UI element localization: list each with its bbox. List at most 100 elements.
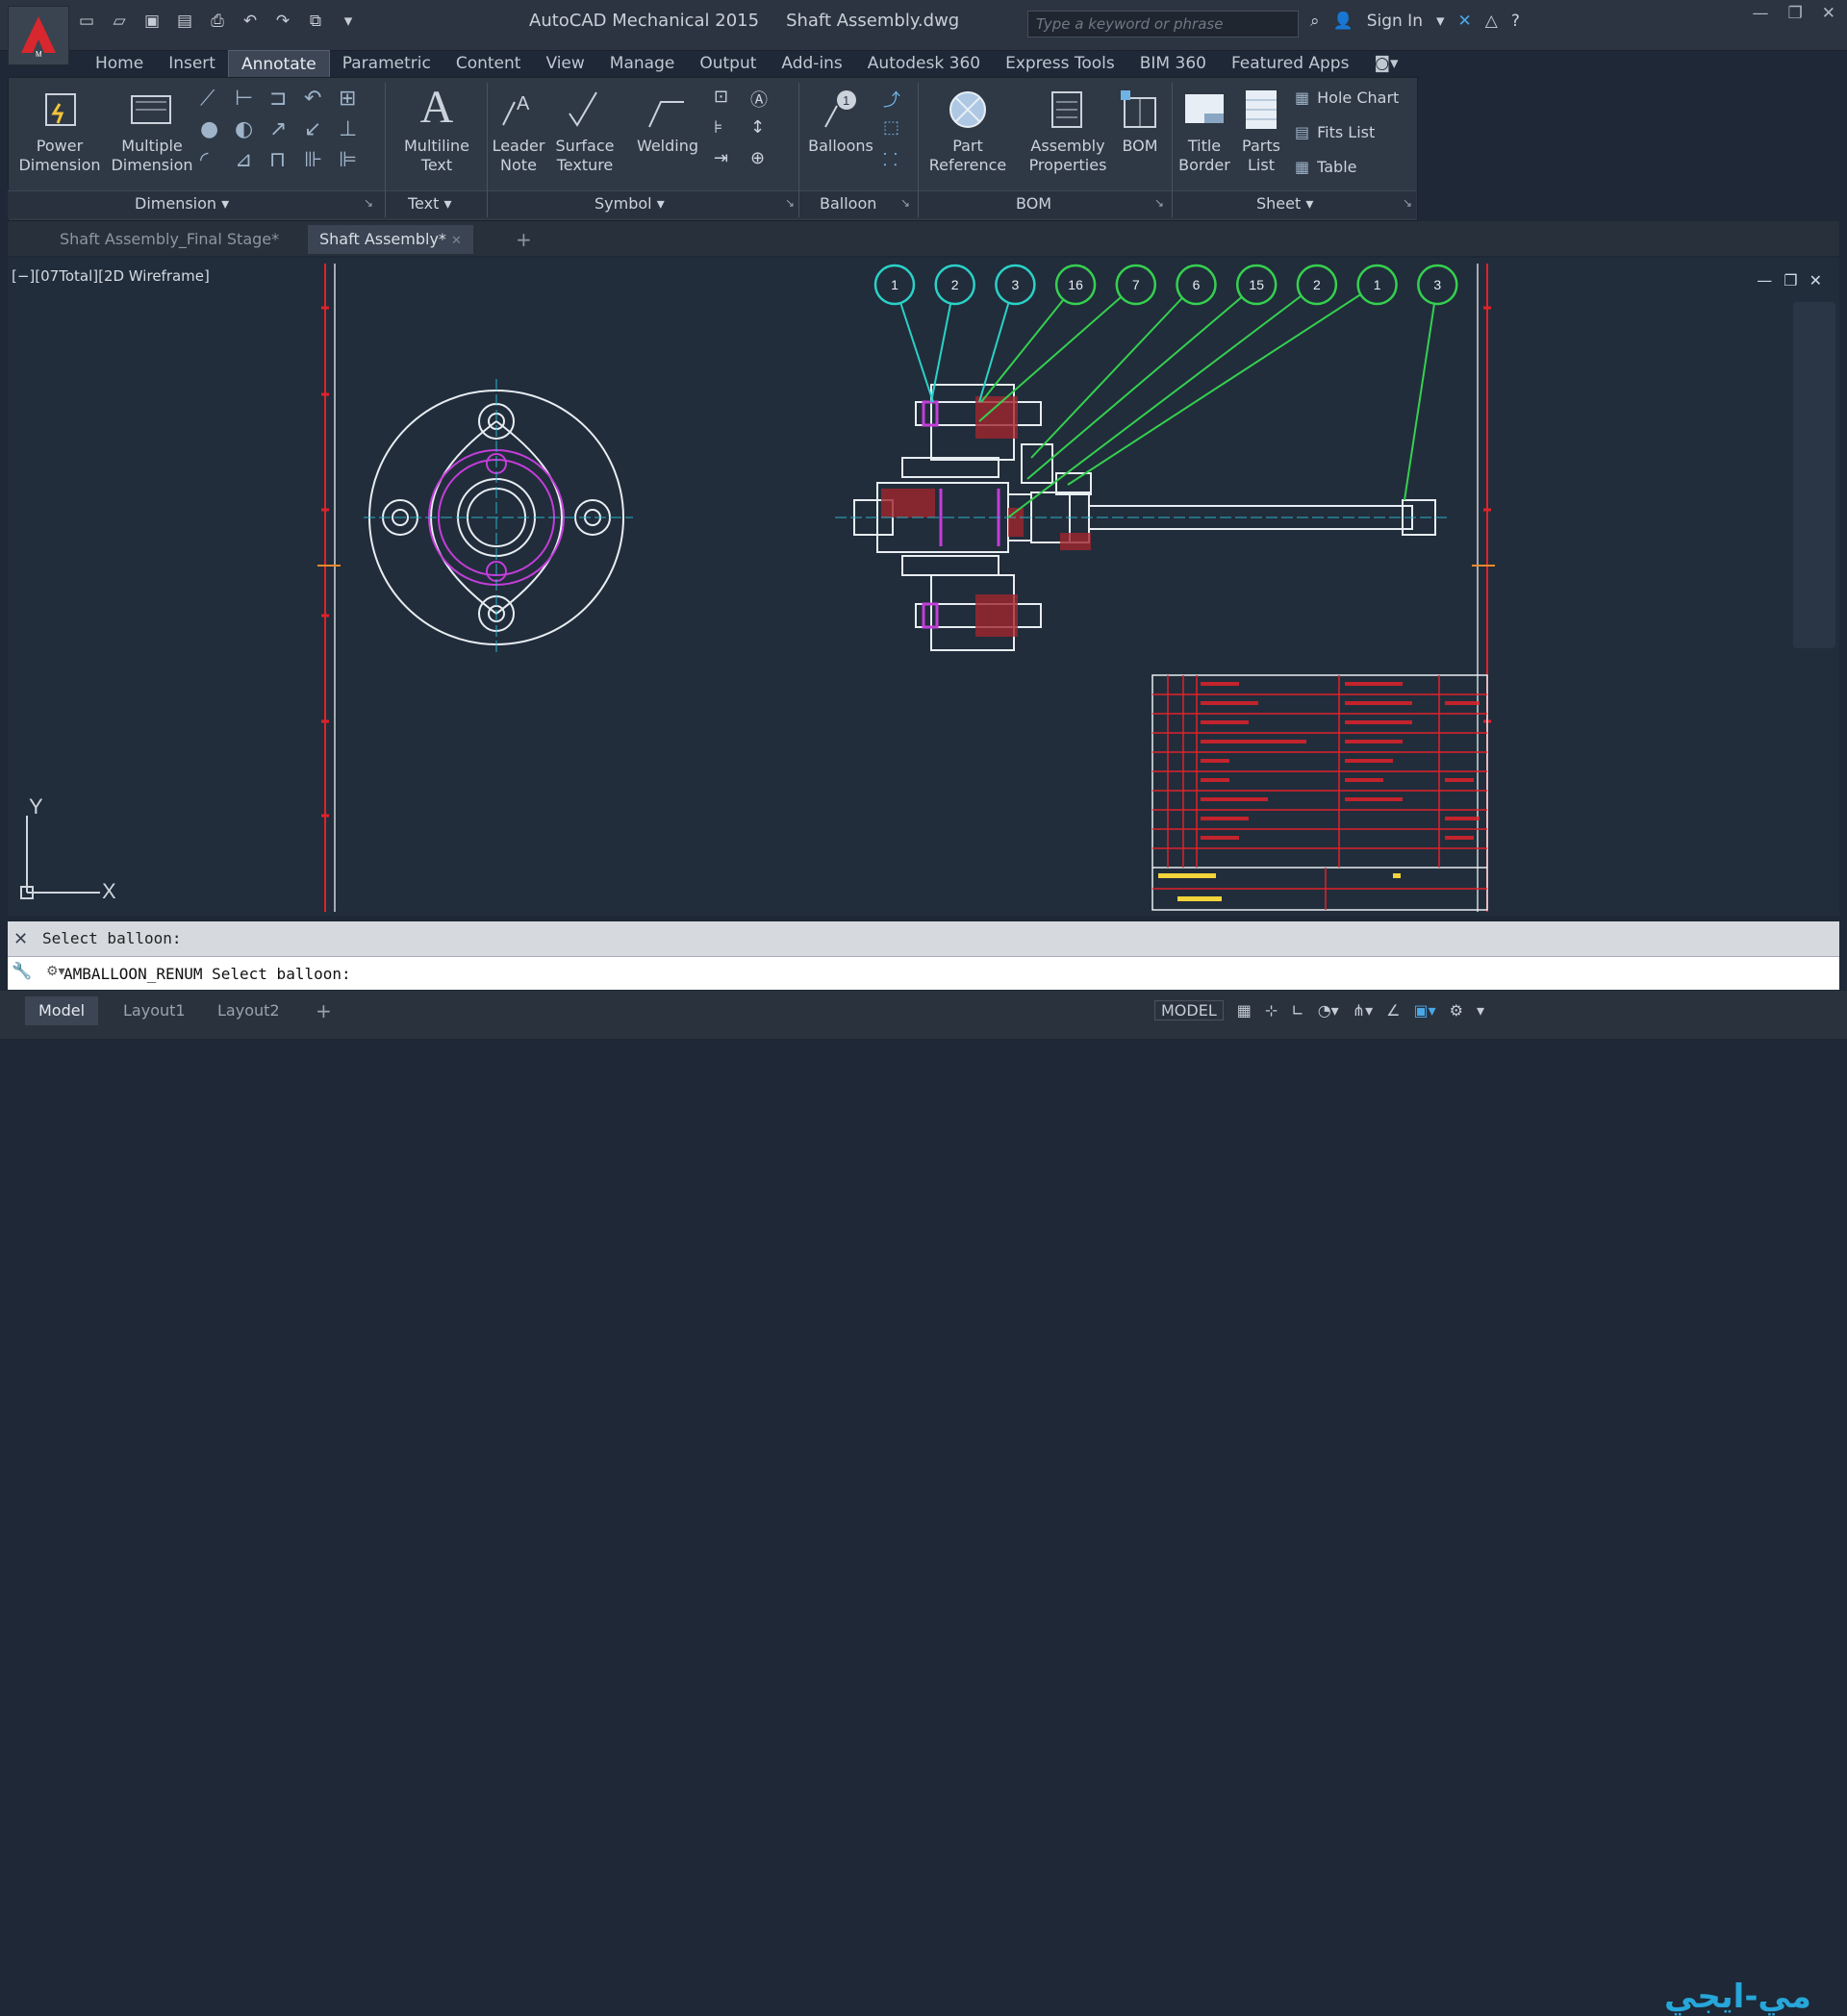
multiple-dimension-button[interactable]: Multiple Dimension — [104, 88, 200, 175]
sign-in-link[interactable]: Sign In — [1367, 12, 1423, 31]
save-as-icon[interactable]: ▤ — [173, 10, 196, 33]
binoculars-icon[interactable]: ⌕ — [1310, 12, 1320, 31]
chain-dim-icon[interactable]: ⊓ — [269, 148, 304, 179]
ribbon-tab-parametric[interactable]: Parametric — [330, 50, 443, 77]
sheet-group-label[interactable]: Sheet ▾ — [1256, 194, 1313, 213]
polar-icon[interactable]: ◔▾ — [1318, 1001, 1339, 1020]
customize-qat-icon[interactable]: ▾ — [337, 10, 360, 33]
layout-tab-layout2[interactable]: Layout2 — [204, 996, 293, 1025]
command-prompt[interactable]: AMBALLOON_RENUM Select balloon: — [63, 965, 351, 983]
plot-icon[interactable]: ⎙ — [206, 10, 229, 33]
layout-tab-model[interactable]: Model — [25, 996, 99, 1025]
dimension-launcher-icon[interactable]: ↘ — [364, 196, 373, 210]
sheet-launcher-icon[interactable]: ↘ — [1403, 196, 1412, 210]
text-group-label[interactable]: Text ▾ — [408, 194, 451, 213]
search-box[interactable] — [1027, 11, 1299, 38]
title-border-button[interactable]: Title Border — [1176, 88, 1233, 175]
a360-icon[interactable]: △ — [1485, 12, 1498, 31]
arc-length-icon[interactable]: ◜ — [200, 148, 235, 179]
doc-tab-final-stage[interactable]: Shaft Assembly_Final Stage* — [48, 225, 291, 254]
balloon-launcher-icon[interactable]: ↘ — [900, 196, 910, 210]
snap-icon[interactable]: ⊹ — [1265, 1001, 1278, 1020]
center-mark-icon[interactable]: ⊕ — [750, 148, 787, 179]
symbol-launcher-icon[interactable]: ↘ — [785, 196, 795, 210]
command-line[interactable]: AMBALLOON_RENUM Select balloon: — [8, 956, 1839, 990]
hole-chart-button[interactable]: ▦ Hole Chart — [1295, 88, 1399, 107]
ribbon-tab-content[interactable]: Content — [443, 50, 534, 77]
surface-texture-button[interactable]: Surface Texture — [550, 88, 620, 175]
layout-tab-layout1[interactable]: Layout1 — [110, 996, 199, 1025]
recent-commands-icon[interactable]: ⚙▾ — [46, 964, 65, 979]
taper-slope-icon[interactable]: ↕ — [750, 117, 787, 148]
application-menu-button[interactable]: M — [8, 6, 69, 65]
drawing-canvas[interactable]: [−][07Total][2D Wireframe] — ❐ ✕ 1 2 3 1… — [8, 258, 1839, 916]
balloons-button[interactable]: 1 Balloons — [804, 88, 877, 156]
dimension-group-label[interactable]: Dimension ▾ — [135, 194, 229, 213]
close-icon[interactable]: ✕ — [1822, 4, 1835, 23]
part-reference-button[interactable]: Part Reference — [924, 88, 1012, 175]
new-tab-button[interactable]: + — [504, 225, 544, 254]
datum-target-icon[interactable]: ⊧ — [714, 117, 750, 148]
ribbon-tab-output[interactable]: Output — [687, 50, 769, 77]
ribbon-tab-add-ins[interactable]: Add-ins — [769, 50, 854, 77]
customize-command-icon[interactable]: 🔧 — [12, 962, 32, 981]
doc-tab-shaft-assembly[interactable]: Shaft Assembly* ✕ — [308, 225, 473, 254]
sign-in-dropdown-icon[interactable]: ▾ — [1436, 12, 1445, 31]
ribbon-tab-bim-360[interactable]: BIM 360 — [1127, 50, 1219, 77]
workspace-gear-icon[interactable]: ⚙ — [1450, 1001, 1463, 1020]
exchange-icon[interactable]: ✕ — [1458, 12, 1472, 31]
ribbon-tab-view[interactable]: View — [533, 50, 596, 77]
new-file-icon[interactable]: ▭ — [75, 10, 98, 33]
welding-button[interactable]: Welding — [629, 88, 706, 156]
space-dim-icon[interactable]: ⊫ — [339, 148, 373, 179]
diameter-dim-icon[interactable]: ◐ — [235, 117, 269, 148]
redo-icon[interactable]: ↷ — [271, 10, 294, 33]
ribbon-tab-manage[interactable]: Manage — [597, 50, 688, 77]
assembly-properties-button[interactable]: Assembly Properties — [1022, 88, 1114, 175]
annotation-icon[interactable]: ▣▾ — [1413, 1001, 1435, 1020]
ribbon-tab-annotate[interactable]: Annotate — [227, 50, 330, 78]
leader-note-button[interactable]: A Leader Note — [489, 88, 548, 175]
radius-dim-icon[interactable]: ● — [200, 117, 235, 148]
ribbon-tab-express-tools[interactable]: Express Tools — [993, 50, 1127, 77]
jogged-dim-icon[interactable]: ↗ — [269, 117, 304, 148]
new-layout-button[interactable]: + — [302, 996, 345, 1025]
ribbon-tab-featured-apps[interactable]: Featured Apps — [1219, 50, 1362, 77]
ribbon-options-icon[interactable]: ◙▾ — [1361, 50, 1410, 77]
minimize-icon[interactable]: — — [1753, 4, 1769, 23]
undo-icon[interactable]: ↶ — [239, 10, 262, 33]
power-dimension-button[interactable]: Power Dimension — [17, 88, 102, 175]
multiline-text-button[interactable]: A Multiline Text — [392, 85, 481, 175]
balloon-align-icon[interactable]: ⤴ — [883, 87, 900, 117]
datum-identifier-icon[interactable]: Ⓐ — [750, 87, 787, 117]
feature-control-icon[interactable]: ⊡ — [714, 87, 750, 117]
table-button[interactable]: ▦ Table — [1295, 158, 1357, 176]
symbol-group-label[interactable]: Symbol ▾ — [595, 194, 665, 213]
model-space-toggle[interactable]: MODEL — [1154, 1000, 1224, 1021]
search-input[interactable] — [1028, 12, 1298, 37]
balloon-collect-icon[interactable]: ⬚ — [883, 117, 900, 148]
save-icon[interactable]: ▣ — [140, 10, 164, 33]
fits-list-button[interactable]: ▤ Fits List — [1295, 123, 1375, 141]
open-file-icon[interactable]: ▱ — [108, 10, 131, 33]
user-icon[interactable]: 👤 — [1333, 12, 1354, 31]
close-command-icon[interactable]: ✕ — [13, 929, 28, 949]
ortho-icon[interactable]: ∟ — [1291, 1001, 1303, 1020]
close-tab-icon[interactable]: ✕ — [451, 234, 462, 248]
otrack-icon[interactable]: ∠ — [1386, 1001, 1400, 1020]
ribbon-tab-insert[interactable]: Insert — [156, 50, 228, 77]
break-dim-icon[interactable]: ⊪ — [304, 148, 339, 179]
angle-icon[interactable]: ⊿ — [235, 148, 269, 179]
ordinate-dim-icon[interactable]: ↙ — [304, 117, 339, 148]
grid-icon[interactable]: ▦ — [1237, 1001, 1252, 1020]
bom-launcher-icon[interactable]: ↘ — [1154, 196, 1164, 210]
edge-symbol-icon[interactable]: ⇥ — [714, 148, 750, 179]
help-icon[interactable]: ? — [1511, 12, 1520, 31]
more-icon[interactable]: ▾ — [1477, 1001, 1484, 1020]
baseline-dim-icon[interactable]: ⊞ — [339, 87, 373, 117]
parts-list-button[interactable]: Parts List — [1235, 88, 1287, 175]
angular-dim-icon[interactable]: ⊐ — [269, 87, 304, 117]
bom-button[interactable]: BOM — [1116, 88, 1164, 156]
linear-dim-icon[interactable]: ⟋ — [200, 87, 235, 117]
restore-icon[interactable]: ❐ — [1788, 4, 1803, 23]
